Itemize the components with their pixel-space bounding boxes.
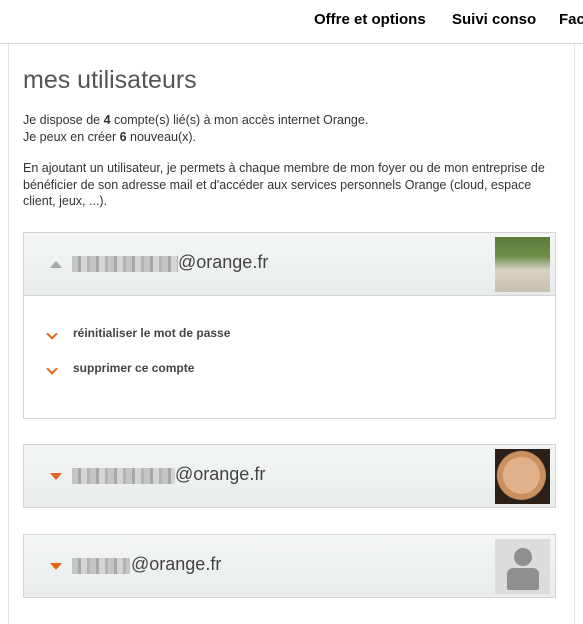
account-card-2: @orange.fr xyxy=(23,444,556,508)
account-email-domain: @orange.fr xyxy=(131,554,222,574)
account-email-domain: @orange.fr xyxy=(175,464,266,484)
nav-offre-et-options[interactable]: Offre et options xyxy=(314,11,426,28)
chevron-down-icon xyxy=(46,363,58,375)
account-actions: réinitialiser le mot de passe supprimer … xyxy=(24,296,555,418)
delete-account-link[interactable]: supprimer ce compte xyxy=(46,361,555,379)
intro-paragraph: En ajoutant un utilisateur, je permets à… xyxy=(23,161,545,208)
nav-factures[interactable]: Fac xyxy=(559,11,583,28)
default-user-icon xyxy=(495,539,550,594)
available-accounts-count: 6 xyxy=(119,129,127,144)
account-header-1[interactable]: @orange.fr xyxy=(24,233,555,296)
account-card-3: @orange.fr xyxy=(23,534,556,598)
expand-caret-icon[interactable] xyxy=(50,563,62,570)
redacted-username xyxy=(72,468,175,484)
collapse-caret-icon[interactable] xyxy=(50,261,62,268)
reset-password-link[interactable]: réinitialiser le mot de passe xyxy=(46,326,555,344)
redacted-username xyxy=(72,256,178,272)
nav-suivi-conso[interactable]: Suivi conso xyxy=(452,11,536,28)
intro-text: Je dispose de 4 compte(s) lié(s) à mon a… xyxy=(23,112,563,210)
avatar xyxy=(495,237,550,292)
account-email-domain: @orange.fr xyxy=(178,252,269,272)
linked-accounts-count: 4 xyxy=(103,113,111,127)
chevron-down-icon xyxy=(46,328,58,340)
expand-caret-icon[interactable] xyxy=(50,473,62,480)
top-navigation: Offre et options Suivi conso Fac xyxy=(0,0,583,44)
avatar xyxy=(495,449,550,504)
page-title: mes utilisateurs xyxy=(23,66,197,94)
account-card-1: @orange.fr réinitialiser le mot de passe… xyxy=(23,232,556,419)
account-header-3[interactable]: @orange.fr xyxy=(24,535,555,597)
redacted-username xyxy=(72,558,130,574)
intro-line-2: Je peux en créer 6 nouveau(x). xyxy=(23,129,197,144)
intro-line-1: Je dispose de 4 compte(s) lié(s) à mon a… xyxy=(23,113,369,127)
account-header-2[interactable]: @orange.fr xyxy=(24,445,555,507)
